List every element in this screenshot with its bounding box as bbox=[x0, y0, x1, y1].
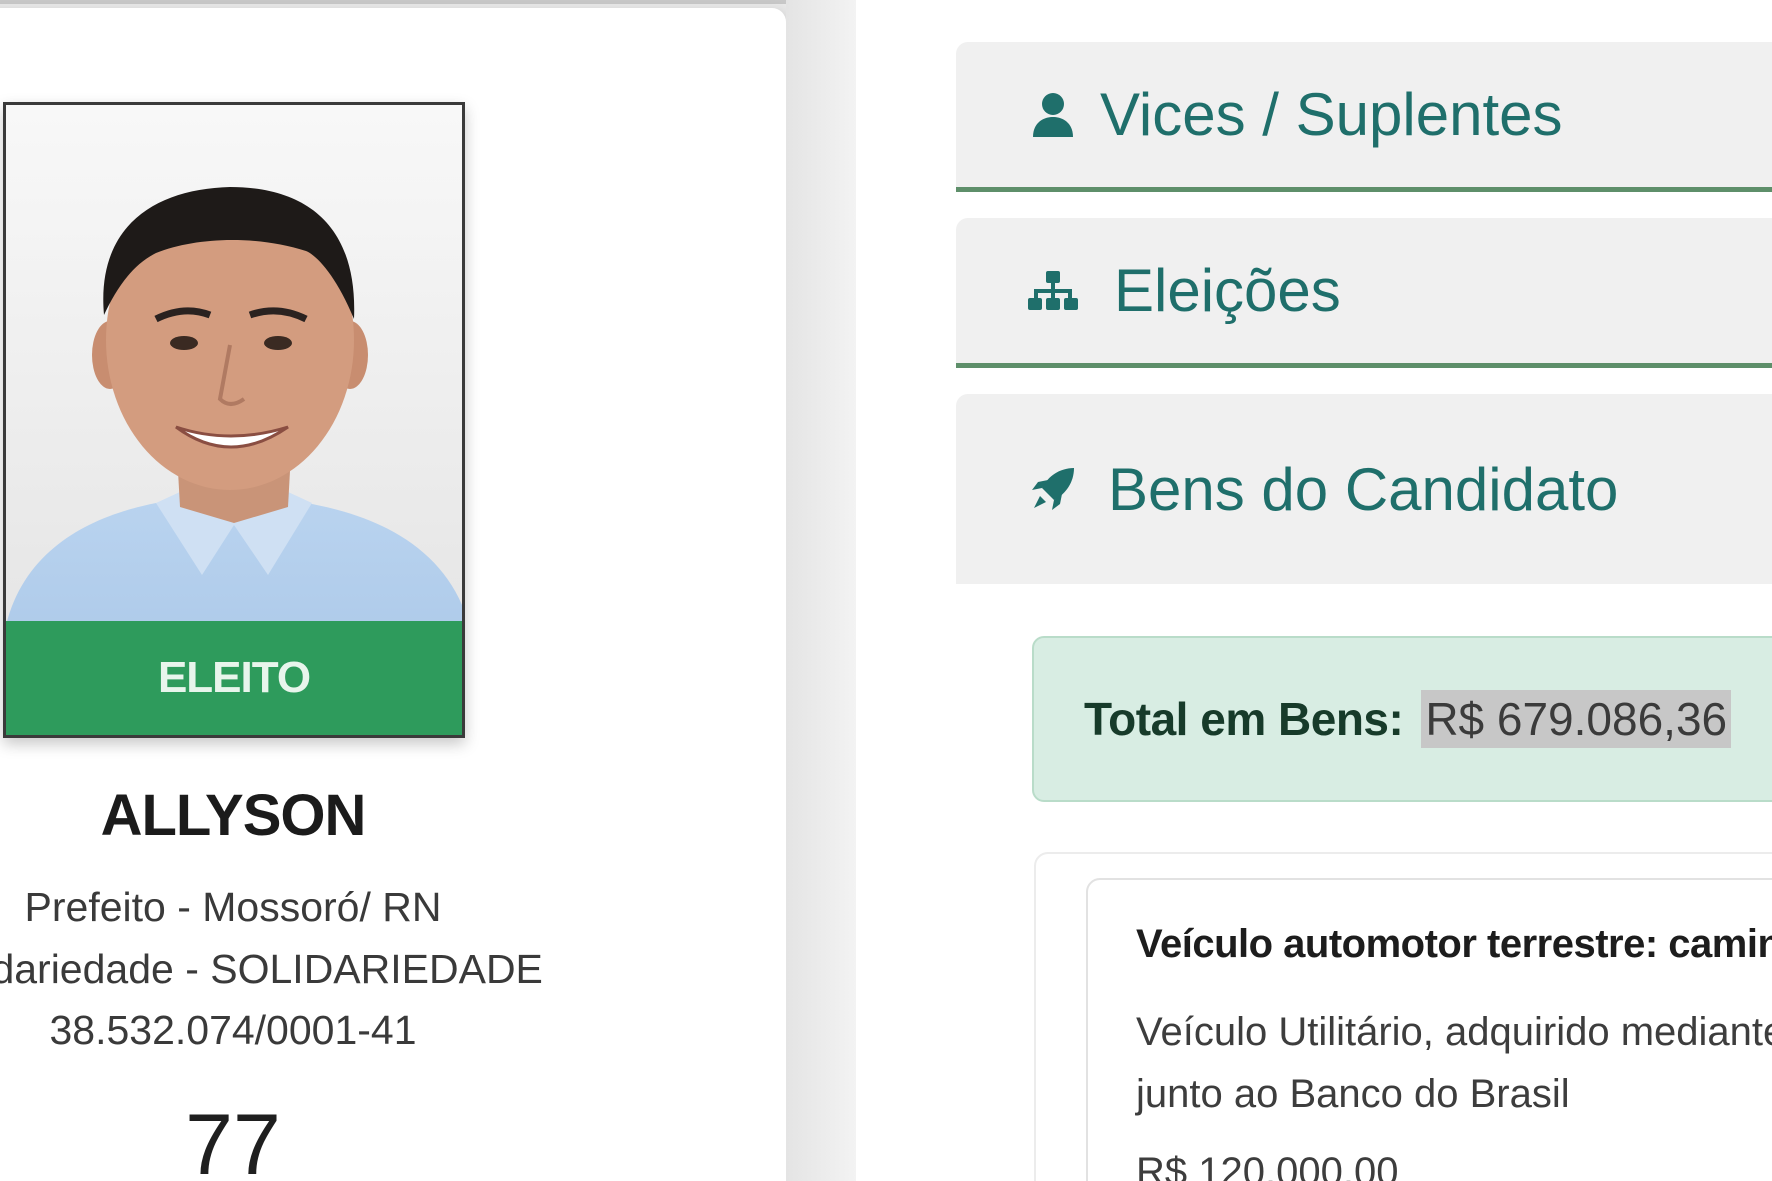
assets-total-label: Total em Bens: bbox=[1084, 693, 1404, 745]
asset-item-value: R$ 120.000,00 bbox=[1136, 1150, 1399, 1181]
asset-item-description-cont: junto ao Banco do Brasil bbox=[1136, 1072, 1570, 1116]
rocket-icon bbox=[1028, 464, 1078, 514]
candidate-page: ELEITO ALLYSON Prefeito - Mossoró/ RN So… bbox=[0, 0, 1772, 1181]
candidate-role-location: Prefeito - Mossoró/ RN bbox=[24, 884, 442, 930]
candidate-cnpj: 38.532.074/0001-41 bbox=[49, 1007, 417, 1053]
candidate-name: ALLYSON bbox=[100, 783, 367, 848]
elected-badge: ELEITO bbox=[6, 621, 462, 735]
accordion-bens-do-candidato-title: Bens do Candidato bbox=[1108, 455, 1619, 523]
candidate-number: 77 bbox=[185, 1097, 281, 1181]
asset-item-title: Veículo automotor terrestre: caminhão, a… bbox=[1136, 922, 1772, 966]
sitemap-icon bbox=[1028, 266, 1078, 316]
accordion-vices-suplentes[interactable]: Vices / Suplentes bbox=[956, 42, 1772, 192]
elected-badge-label: ELEITO bbox=[157, 653, 311, 702]
asset-item-description: Veículo Utilitário, adquirido mediante f… bbox=[1136, 1010, 1772, 1054]
assets-total-box: Total em Bens: R$ 679.086,36 bbox=[1032, 636, 1772, 802]
panel-divider bbox=[786, 0, 856, 1181]
candidate-photo: ELEITO bbox=[3, 102, 465, 738]
user-icon bbox=[1028, 90, 1078, 140]
assets-total-value: R$ 679.086,36 bbox=[1421, 690, 1732, 748]
accordion-eleicoes[interactable]: Eleições bbox=[956, 218, 1772, 368]
candidate-party: Solidariedade - SOLIDARIEDADE bbox=[0, 946, 543, 992]
accordion-vices-suplentes-title: Vices / Suplentes bbox=[1100, 81, 1563, 148]
accordion-bens-do-candidato[interactable]: Bens do Candidato bbox=[956, 394, 1772, 584]
accordion-eleicoes-title: Eleições bbox=[1114, 257, 1341, 324]
